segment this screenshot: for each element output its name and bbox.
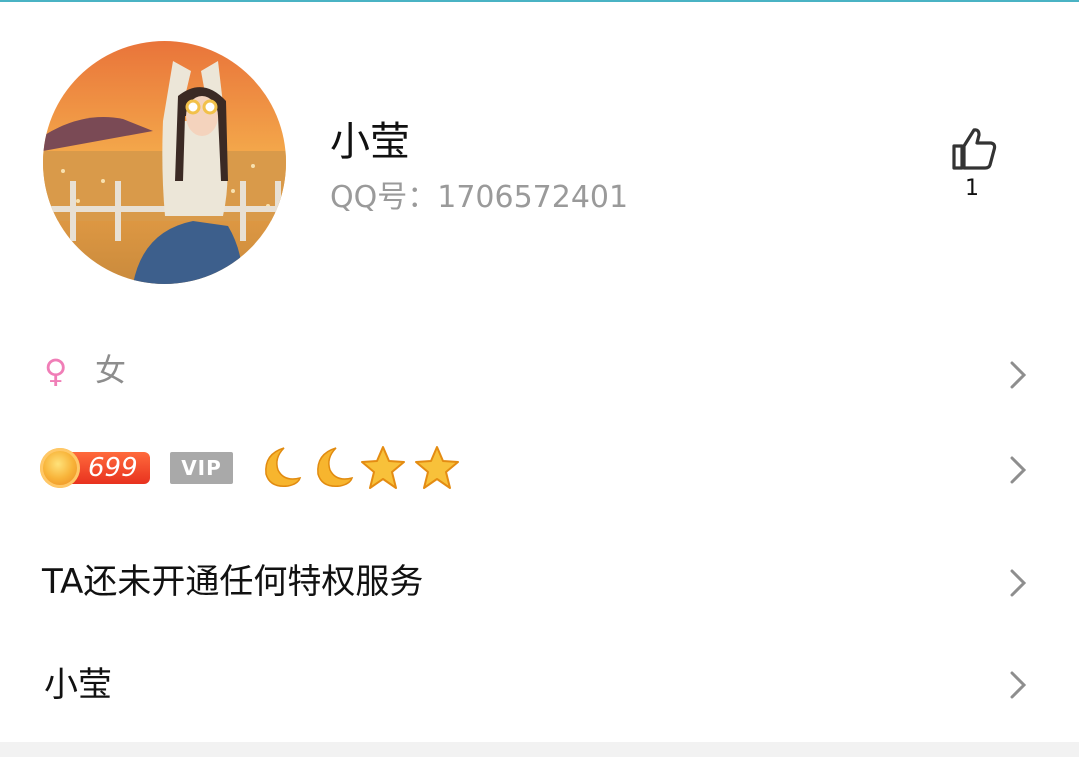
level-number: 699: [88, 453, 138, 483]
like-count: 1: [965, 176, 979, 201]
bottom-divider: [0, 742, 1079, 757]
nickname-row[interactable]: 小莹: [0, 645, 1079, 725]
privilege-status: TA还未开通任何特权服务: [42, 562, 424, 602]
moon-icon: [317, 447, 354, 487]
like-button[interactable]: 1: [946, 120, 1002, 210]
gender-label: 女: [95, 353, 126, 389]
level-row[interactable]: 699 VIP: [0, 430, 1079, 510]
level-badge: 699: [40, 448, 152, 488]
chevron-right-icon: [1010, 671, 1027, 699]
star-icon: [361, 446, 405, 489]
star-icon: [415, 446, 459, 489]
avatar[interactable]: [43, 41, 286, 284]
chevron-right-icon: [1010, 456, 1027, 484]
profile-name: 小莹: [330, 119, 410, 165]
top-accent-line: [0, 0, 1079, 2]
privilege-row[interactable]: TA还未开通任何特权服务: [0, 540, 1079, 625]
chevron-right-icon: [1010, 361, 1027, 389]
moon-icon: [265, 447, 302, 487]
sun-level-icon: [40, 448, 80, 488]
female-icon: ♀: [44, 352, 68, 390]
qq-number: QQ号：1706572401: [330, 180, 629, 215]
thumbs-up-icon: [952, 128, 997, 170]
vip-badge: VIP: [170, 452, 233, 484]
chevron-right-icon: [1010, 569, 1027, 596]
gender-row[interactable]: ♀ 女: [0, 335, 1079, 415]
nickname-label: 小莹: [44, 665, 112, 705]
